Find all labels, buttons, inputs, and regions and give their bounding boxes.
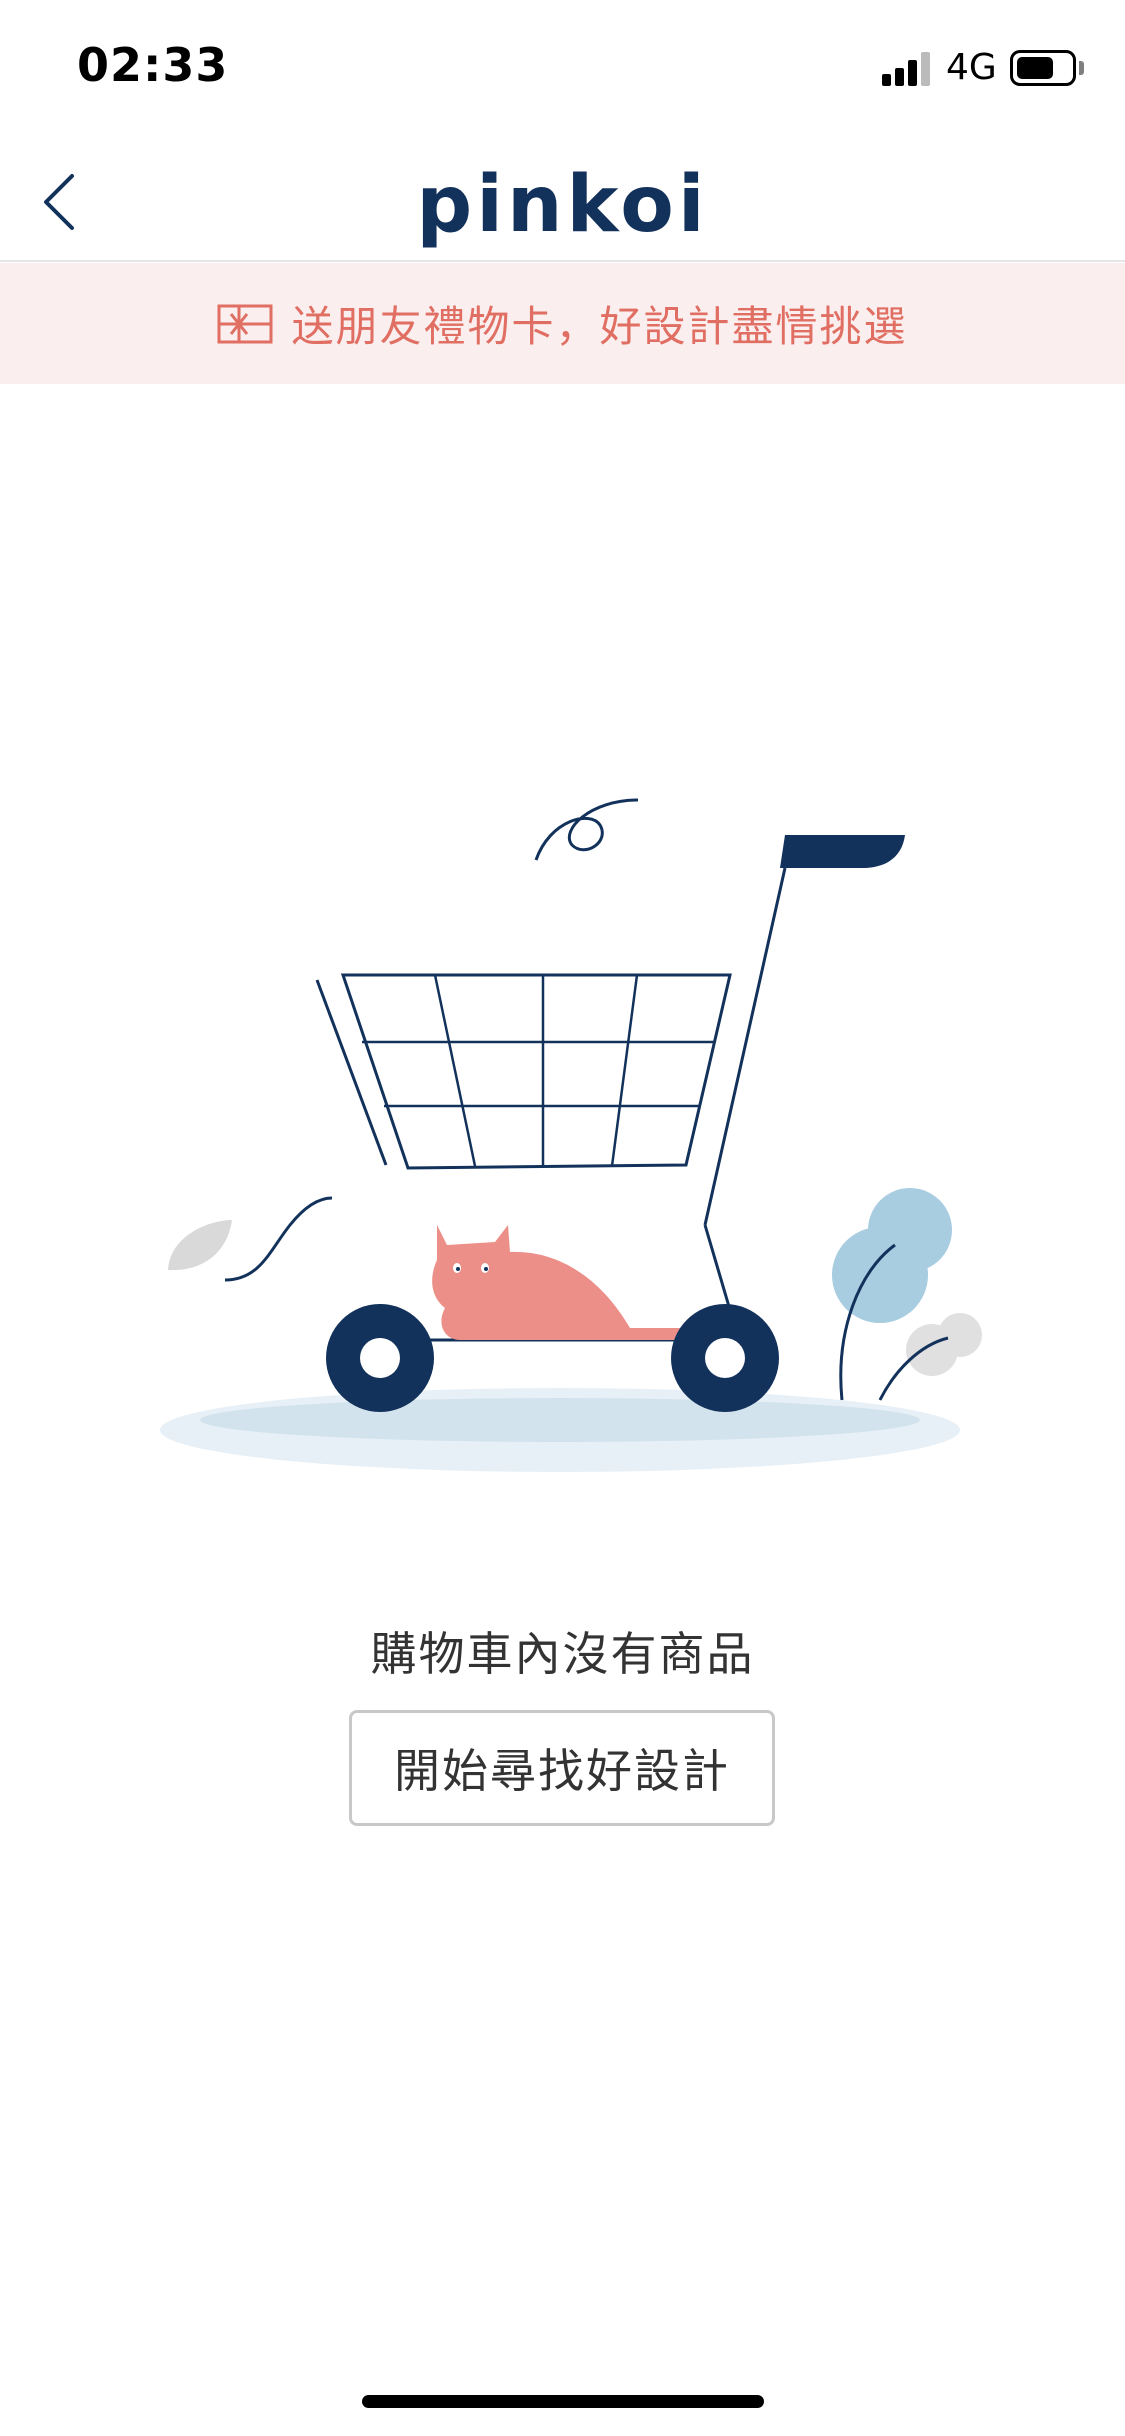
cat-illustration <box>432 1225 685 1340</box>
battery-cap <box>1079 61 1084 75</box>
network-type: 4G <box>946 47 997 88</box>
gift-card-promo-banner[interactable]: 送朋友禮物卡，好設計盡情挑選 <box>0 263 1125 384</box>
navigation-bar: pinkoi <box>0 140 1125 262</box>
pinkoi-logo[interactable]: pinkoi <box>0 160 1125 250</box>
battery-icon <box>1010 50 1076 86</box>
status-bar: 02:33 4G <box>0 0 1125 140</box>
leaf-decoration <box>168 1220 232 1271</box>
empty-cart-illustration <box>160 798 982 1472</box>
squiggle-decoration-left <box>224 1196 333 1282</box>
squiggle-decoration <box>534 798 639 861</box>
shopping-cart <box>315 835 905 1342</box>
gift-card-icon <box>217 304 273 343</box>
plant-decoration <box>832 1188 982 1401</box>
status-time: 02:33 <box>77 38 229 92</box>
promo-text: 送朋友禮物卡，好設計盡情挑選 <box>291 302 908 351</box>
cellular-signal-icon <box>882 50 934 86</box>
ground-dust <box>160 1388 960 1472</box>
empty-cart-message: 購物車內沒有商品 <box>370 1627 755 1681</box>
home-indicator[interactable] <box>362 2395 764 2408</box>
start-browsing-button[interactable]: 開始尋找好設計 <box>349 1710 775 1826</box>
